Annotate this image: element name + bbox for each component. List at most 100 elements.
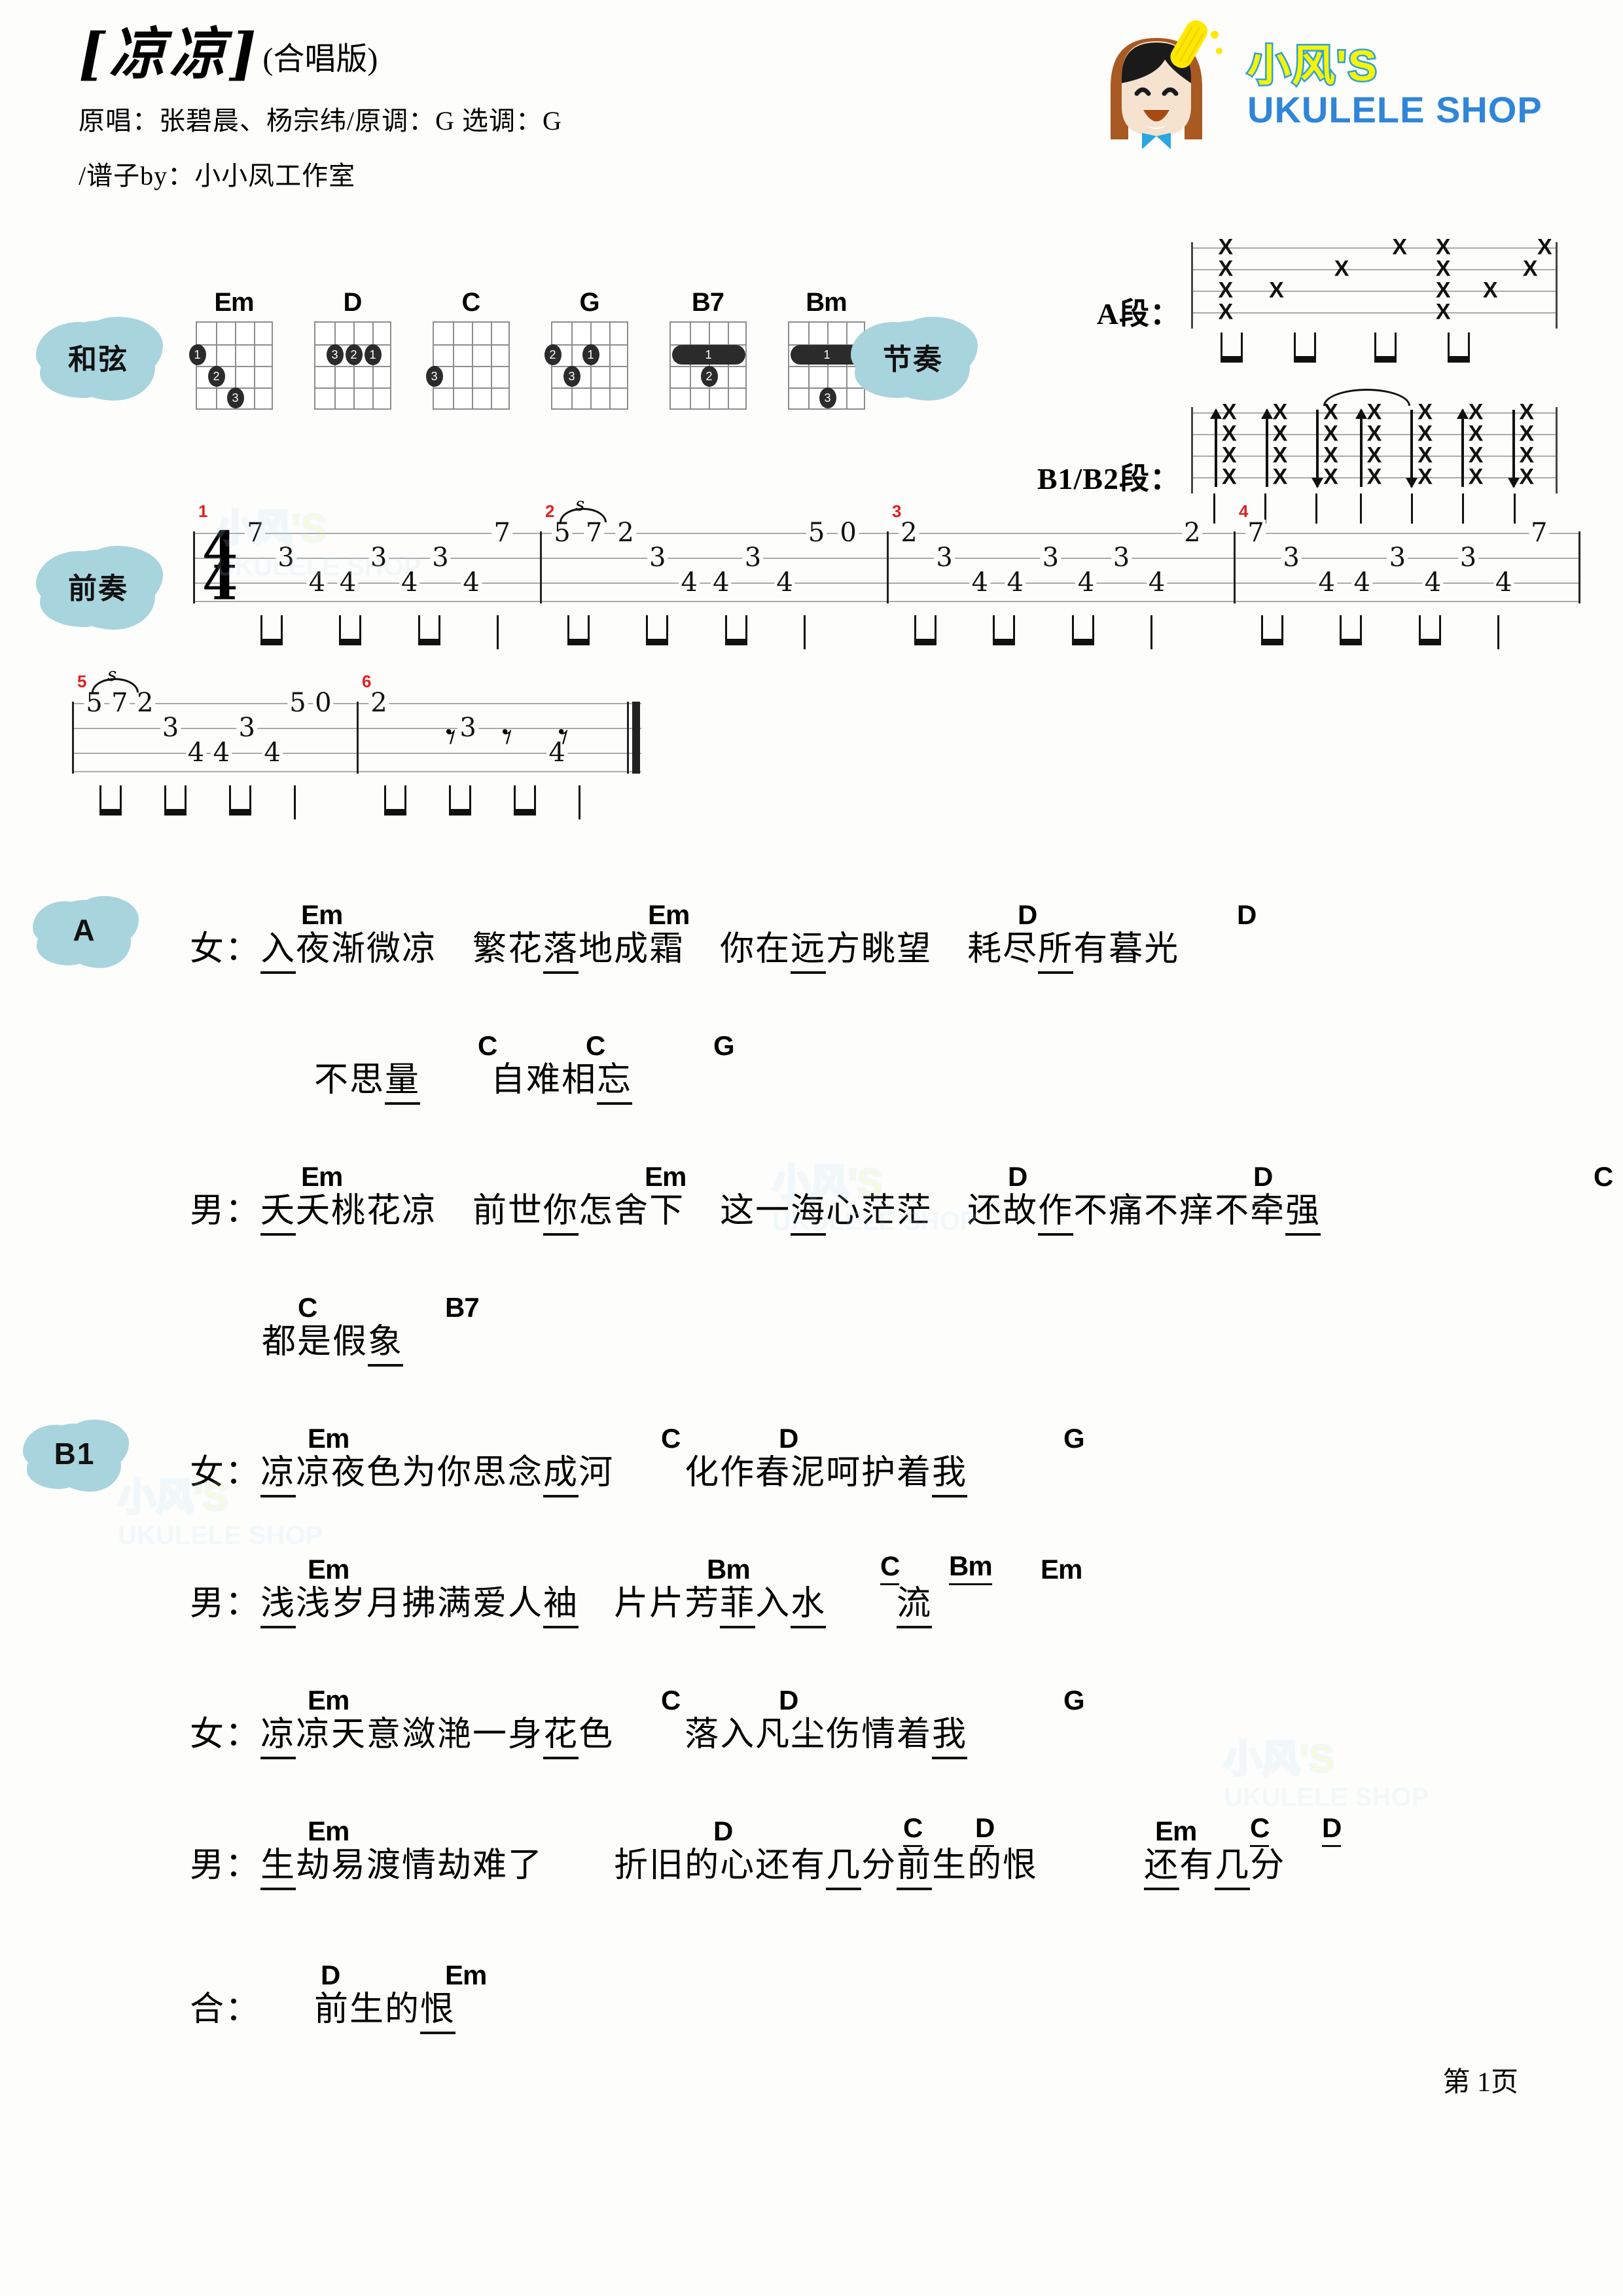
chord-label: Em	[308, 1685, 349, 1715]
lyric-accent-char: 量	[385, 1060, 421, 1105]
chords-section-label: 和弦	[49, 321, 147, 393]
down-strum-arrow	[1507, 410, 1520, 488]
lyric-chars: 分	[861, 1846, 897, 1885]
lyric-accent-char: 强	[1285, 1191, 1321, 1236]
chord-row: CCG	[314, 1028, 735, 1062]
chord-diagram-c: C3	[425, 288, 515, 410]
rhythm-cloud-text: 节奏	[883, 344, 943, 376]
lyric-chars: 入	[755, 1584, 791, 1623]
credit-line-2: /谱子by：小小凤工作室	[79, 161, 356, 190]
tab-note: 4	[1005, 569, 1026, 596]
chord-finger-dot: 3	[326, 344, 344, 365]
lyric-accent-char: 恨	[420, 1990, 456, 2034]
tab-note: 2	[135, 690, 156, 716]
strum-x-mark: X	[1272, 464, 1288, 490]
voice-label: 男：	[190, 1584, 261, 1623]
chord-fretboard: 12	[669, 321, 747, 410]
lyric-chars: 旧	[649, 1846, 685, 1885]
tab-note: 3	[276, 545, 296, 571]
tab-note: 4	[1351, 569, 1372, 596]
chord-name: Em	[214, 288, 254, 317]
chord-label: Em	[1041, 1554, 1082, 1585]
girl-avatar-icon	[1075, 15, 1238, 159]
lyric-line: C C G 不思量 自难相忘	[314, 1028, 735, 1105]
chord-label: D	[1237, 899, 1257, 930]
chord-finger-dot: 3	[226, 387, 244, 408]
chord-label: Em	[648, 899, 690, 930]
tab-system-2: 5 5 7 2 3 4 4 3 4 5 0 s 6 2 3 4 𝄾 𝄾 𝄾	[72, 664, 641, 829]
lyric-line: Em C D G 女：凉凉夜色为你思念成河 化作春泥呵护着我	[190, 1420, 1085, 1498]
tab-staff: 14473443434725723443450s3234434342473443…	[193, 493, 1580, 607]
tab-note: 4	[969, 569, 990, 596]
chord-diagram-d: D 123	[308, 288, 397, 410]
beat-stem	[1213, 493, 1215, 524]
down-strum-symbol	[724, 615, 747, 645]
lyric-line: Em Em D D C 男：夭夭桃花凉 前世你怎舍下 这一海心茫茫 还故作不痛不痒不牵强	[190, 1158, 1613, 1236]
title-row: [凉凉] (合唱版)	[79, 26, 1027, 82]
chord-finger-dot: 3	[425, 366, 443, 387]
chord-finger-dot: 3	[563, 366, 580, 387]
lyric-chars: 凉夜色为你思念	[296, 1453, 544, 1492]
watermark-brand: 小风'S	[1222, 1736, 1335, 1782]
down-strum-symbol	[99, 785, 122, 816]
chord-fretboard: 123	[188, 321, 273, 410]
lyric-accent-char: 流	[897, 1584, 933, 1628]
strum-x-mark: X	[1269, 278, 1284, 303]
lyric-accent-char: 忘	[597, 1060, 633, 1105]
lyric-chars	[826, 1584, 897, 1623]
lyric-chars: 怎舍下 这一	[579, 1191, 791, 1230]
lyric-chars: 都是假	[262, 1322, 368, 1361]
chord-finger-dot: 2	[700, 366, 718, 387]
chord-diagram-bm: Bm 1 3	[782, 288, 870, 410]
intro-cloud-text: 前奏	[68, 573, 128, 605]
down-strum-symbol	[418, 615, 440, 645]
tab-system-1: 14473443434725723443450s3234434342473443…	[193, 493, 1580, 658]
lyric-chars: 生的恨	[932, 1846, 1145, 1885]
tab-note: 4	[211, 740, 232, 766]
beat-stem	[1359, 493, 1362, 524]
title-subtitle: (合唱版)	[262, 42, 378, 77]
tab-note: 3	[934, 545, 955, 571]
chord-diagram-b7: B7 1 2	[664, 288, 752, 410]
chord-row: Em C D G	[190, 1420, 1085, 1454]
tab-note: 0	[838, 520, 859, 546]
tab-note: 5	[84, 690, 105, 716]
tab-note: 4	[679, 569, 700, 596]
tab-note: 4	[262, 740, 283, 766]
chord-label: G	[1063, 1685, 1085, 1715]
tab-note: 3	[457, 715, 478, 741]
down-strum-symbol	[1261, 615, 1283, 645]
chord-diagram-g: G 123	[544, 288, 633, 410]
beat-stem	[578, 785, 580, 819]
tab-note: 3	[1111, 545, 1132, 571]
tab-note: 3	[647, 545, 668, 571]
chord-label: D	[779, 1685, 798, 1715]
chord-label: D	[779, 1423, 798, 1454]
chord-label: G	[1063, 1423, 1085, 1454]
voice-label: 合：	[190, 1990, 244, 2029]
down-strum-symbol	[1448, 332, 1470, 363]
staff-line	[1193, 269, 1556, 270]
tab-note: 2	[1181, 520, 1203, 546]
chord-label: C	[661, 1423, 681, 1454]
lyric-accent-char: 浅	[260, 1584, 296, 1628]
logo-wordmark: 小风'S UKULELE SHOP	[1246, 43, 1543, 130]
strum-x-mark: X	[1222, 464, 1237, 490]
down-strum-symbol	[1340, 615, 1363, 645]
down-strum-symbol	[513, 785, 536, 816]
up-strum-arrow	[1210, 408, 1222, 487]
chord-name: C	[461, 288, 481, 317]
lyric-accent-char: 花	[543, 1715, 579, 1759]
tab-note: 4	[711, 569, 732, 596]
lyric-accent-char: 我	[932, 1453, 968, 1498]
chord-label: Em	[301, 899, 343, 930]
down-strum-symbol	[1220, 332, 1243, 363]
tab-note: 4	[1146, 569, 1168, 596]
chord-label: Em	[308, 1554, 349, 1585]
chords-cloud-text: 和弦	[68, 344, 128, 376]
lyric-chars: 方眺望 耗尽	[826, 929, 1039, 969]
sheet-header: [凉凉] (合唱版) 原唱：张碧晨、杨宗纬/原调：G 选调：G /谱子by：小小…	[79, 26, 1027, 192]
end-bar-thin	[627, 702, 629, 774]
lyric-chars: 前生的	[243, 1990, 421, 2029]
down-strum-symbol	[914, 615, 936, 645]
